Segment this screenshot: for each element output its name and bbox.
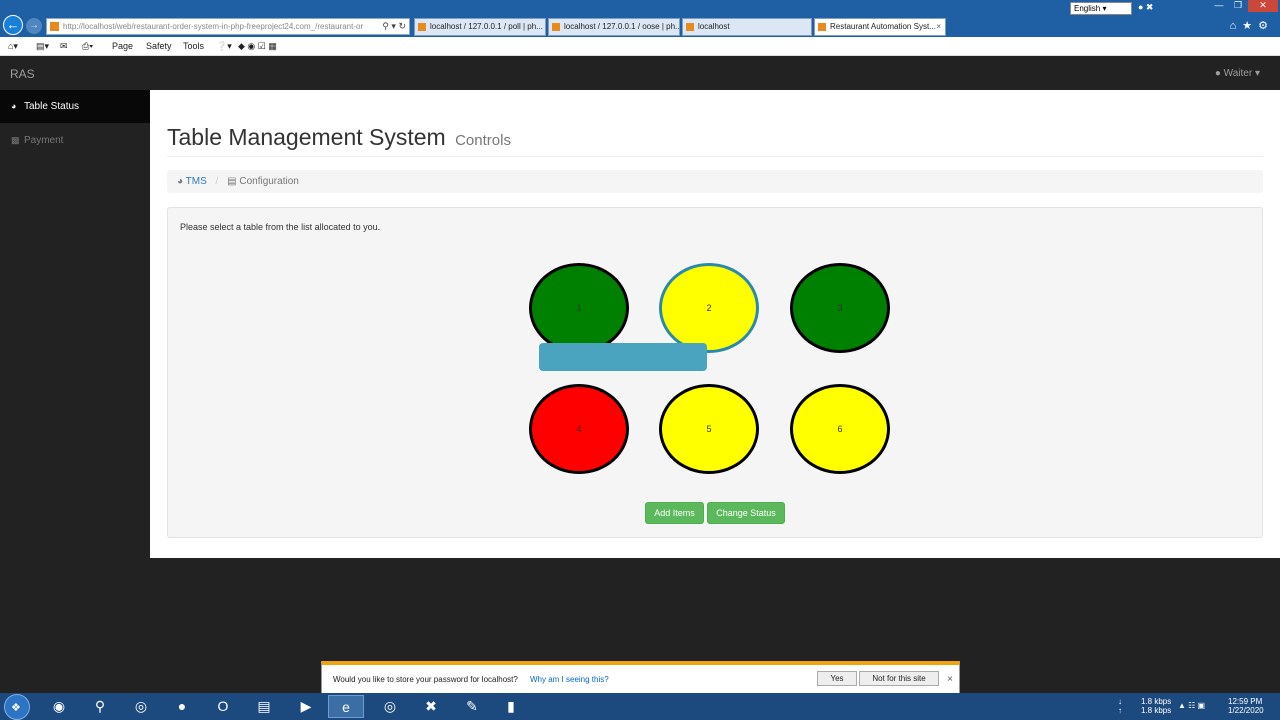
help-icon[interactable]: ❔▾ (216, 41, 232, 52)
minimize-icon[interactable]: — (1210, 0, 1228, 12)
command-bar: ⌂▾ ▤▾ ✉ ⎙▾ Page Safety Tools ❔▾ ◆ ◉ ☑ ▦ (0, 37, 1280, 56)
overlay-bar (539, 343, 707, 371)
file-icon: ▤ (227, 176, 237, 187)
site-favicon-icon (50, 22, 59, 31)
forward-button[interactable]: → (26, 18, 42, 34)
feeds-icon[interactable]: ▤▾ (36, 41, 49, 52)
close-window-icon[interactable]: ✕ (1248, 0, 1278, 12)
page-title: Table Management System Controls (167, 124, 511, 150)
dashboard-icon: ◕ (11, 101, 17, 111)
tools-menu[interactable]: Tools (183, 41, 204, 51)
table-2[interactable]: 2 (659, 263, 759, 353)
instruction-text: Please select a table from the list allo… (180, 222, 381, 232)
tab-favicon-icon (818, 23, 826, 31)
page-menu[interactable]: Page (112, 41, 133, 51)
tab-favicon-icon (552, 23, 560, 31)
browser-tab[interactable]: localhost / 127.0.0.1 / oose | ph... (548, 18, 680, 36)
change-status-button[interactable]: Change Status (707, 502, 785, 524)
opera-icon[interactable]: O (205, 695, 241, 718)
table-1[interactable]: 1 (529, 263, 629, 353)
yes-button[interactable]: Yes (817, 671, 857, 686)
home-icon[interactable]: ⌂▾ (8, 41, 18, 52)
page-subtitle: Controls (455, 132, 511, 149)
breadcrumb: ◕ TMS / ▤ Configuration (167, 170, 1263, 193)
tray-icons[interactable]: ▲ ☷ ▣ (1178, 701, 1205, 710)
breadcrumb-current: Configuration (239, 176, 299, 187)
add-items-button[interactable]: Add Items (645, 502, 704, 524)
dashboard-icon: ◕ (177, 176, 184, 187)
browser-tab-active[interactable]: Restaurant Automation Syst... × (814, 18, 946, 36)
table-5[interactable]: 5 (659, 384, 759, 474)
close-tab-icon[interactable]: × (936, 19, 941, 35)
windows-icon: ❖ (11, 702, 21, 714)
notepad-icon[interactable]: ✎ (454, 695, 490, 718)
home-favorites-settings-icons[interactable]: ⌂★⚙ (1230, 19, 1274, 32)
network-speed: 1.8 kbps 1.8 kbps (1141, 697, 1172, 715)
chrome-icon[interactable]: ◎ (123, 695, 159, 718)
taskbar: ❖ ◉ ⚲ ◎ ● O ▤ ▶ e ◎ ✖ ✎ ▮ ↓ ↑ 1.8 kbps 1.… (0, 693, 1280, 720)
browser-tab-bar: ← → http://localhost/web/restaurant-orde… (0, 0, 1280, 37)
browser-tab[interactable]: localhost (682, 18, 812, 36)
address-text: http://localhost/web/restaurant-order-sy… (63, 22, 364, 31)
search-refresh-icon[interactable]: ⚲ ▾ ↻ (382, 19, 406, 34)
clock[interactable]: 12:59 PM 1/22/2020 (1228, 697, 1264, 715)
app-navbar: RAS ● Waiter ▾ (0, 56, 1280, 90)
file-icon[interactable]: ▤ (246, 695, 282, 718)
user-icon: ● (1214, 68, 1221, 79)
restore-icon[interactable]: ❐ (1229, 0, 1247, 12)
table-6[interactable]: 6 (790, 384, 890, 474)
password-prompt-message: Would you like to store your password fo… (333, 675, 518, 684)
firefox-dev-icon[interactable]: ● (164, 695, 200, 718)
caret-down-icon: ▾ (1254, 68, 1260, 79)
main-content: Table Management System Controls ◕ TMS /… (150, 90, 1280, 558)
internet-explorer-icon[interactable]: e (328, 695, 364, 718)
xampp-icon[interactable]: ✖ (413, 695, 449, 718)
browser-tab[interactable]: localhost / 127.0.0.1 / poll | ph... (414, 18, 546, 36)
tab-favicon-icon (418, 23, 426, 31)
sidebar: ◕ Table Status ▩ Payment (0, 90, 150, 558)
brand-logo[interactable]: RAS (10, 67, 35, 81)
extension-icons[interactable]: ◆ ◉ ☑ ▦ (238, 41, 277, 52)
address-bar[interactable]: http://localhost/web/restaurant-order-sy… (46, 18, 410, 35)
table-4[interactable]: 4 (529, 384, 629, 474)
bar-chart-icon: ▩ (11, 135, 20, 145)
chrome-icon[interactable]: ◎ (372, 695, 408, 718)
not-for-this-site-button[interactable]: Not for this site (859, 671, 939, 686)
network-arrows-icon: ↓ ↑ (1118, 697, 1122, 715)
close-icon[interactable]: × (947, 674, 953, 685)
media-icon[interactable]: ▶ (288, 695, 324, 718)
print-icon[interactable]: ⎙▾ (82, 41, 93, 52)
firefox-icon[interactable]: ◉ (41, 695, 77, 718)
language-select[interactable]: English ▾ (1070, 2, 1132, 15)
mail-icon[interactable]: ✉ (60, 41, 68, 52)
addon-icons: ● ✖ (1138, 2, 1154, 12)
divider (167, 156, 1263, 157)
folder-icon[interactable]: ▮ (493, 695, 529, 718)
breadcrumb-home-link[interactable]: TMS (186, 176, 207, 187)
tab-favicon-icon (686, 23, 694, 31)
sidebar-item-payment[interactable]: ▩ Payment (0, 124, 150, 157)
table-panel: Please select a table from the list allo… (167, 207, 1263, 538)
search-tool-icon[interactable]: ⚲ (82, 695, 118, 718)
safety-menu[interactable]: Safety (146, 41, 172, 51)
table-3[interactable]: 3 (790, 263, 890, 353)
breadcrumb-separator: / (215, 176, 219, 187)
sidebar-item-table-status[interactable]: ◕ Table Status (0, 90, 150, 123)
start-button[interactable]: ❖ (4, 694, 30, 720)
password-prompt: Would you like to store your password fo… (321, 661, 960, 693)
why-link[interactable]: Why am I seeing this? (530, 675, 609, 684)
user-menu[interactable]: ● Waiter ▾ (1215, 68, 1260, 79)
back-button[interactable]: ← (3, 15, 23, 35)
